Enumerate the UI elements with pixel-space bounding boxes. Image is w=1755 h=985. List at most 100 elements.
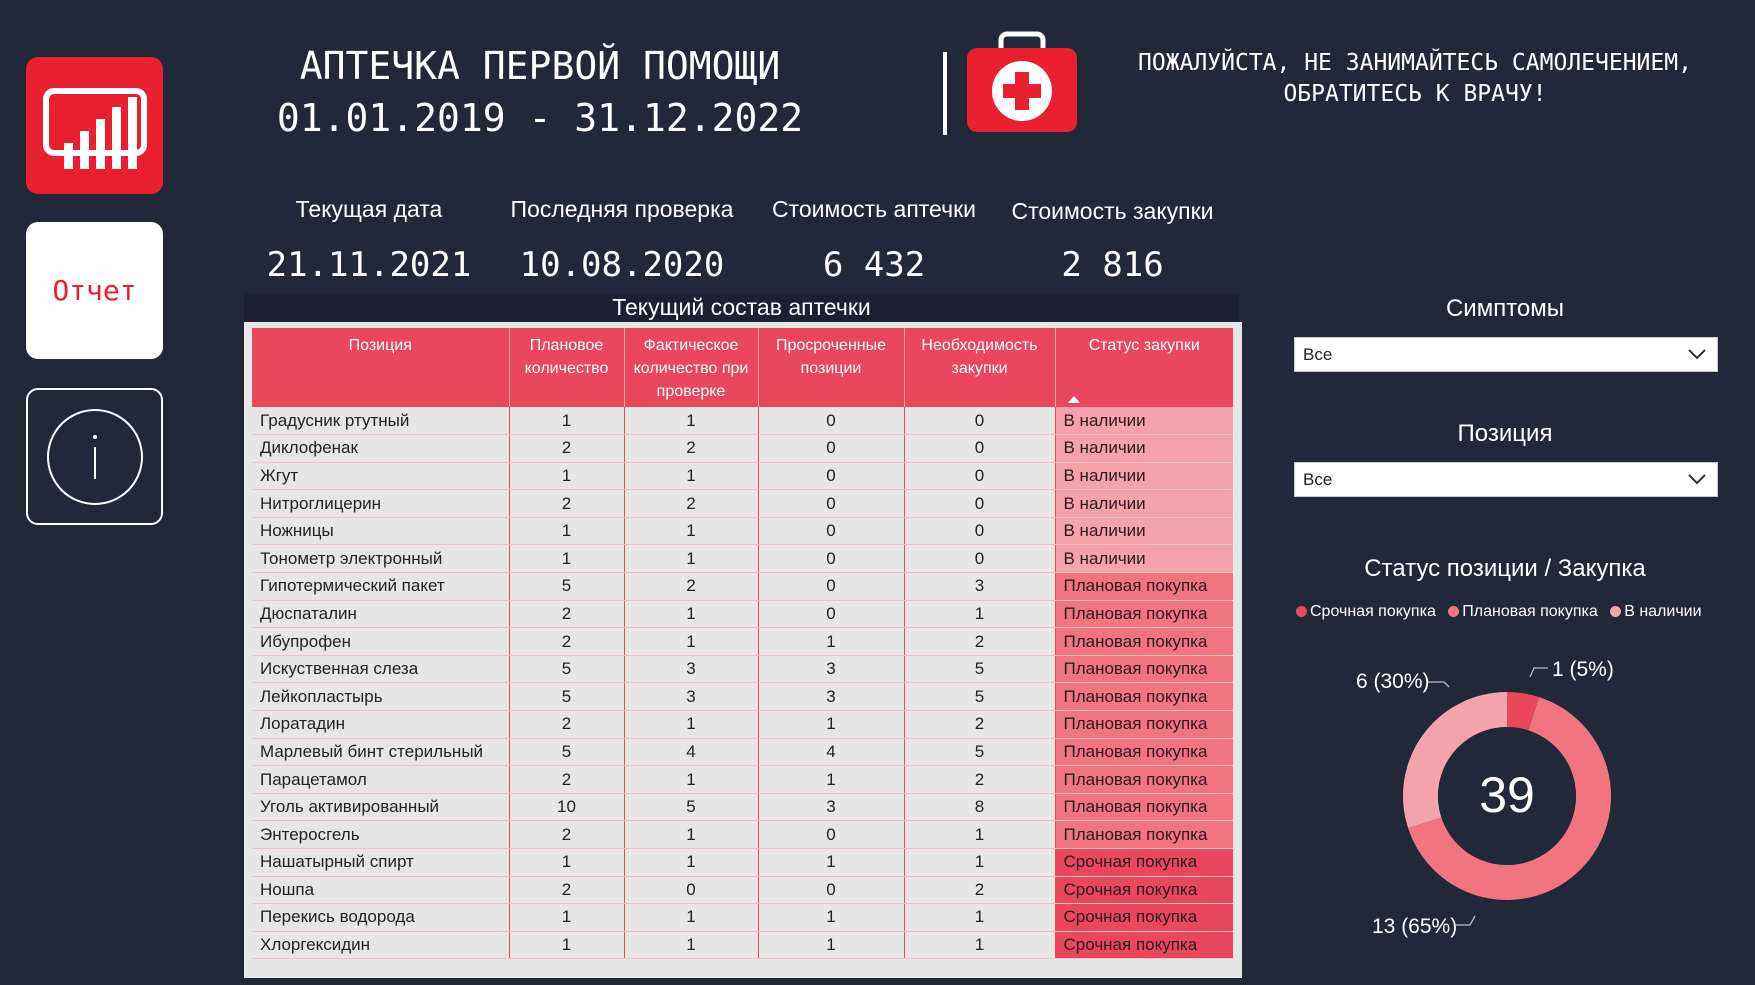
- cell-status: Плановая покупка: [1055, 572, 1233, 601]
- cell-planned-qty: 5: [509, 572, 625, 601]
- table-row[interactable]: Дюспаталин 2 1 0 1 Плановая покупка: [252, 600, 1233, 629]
- table-row[interactable]: Нашатырный спирт 1 1 1 1 Срочная покупка: [252, 848, 1233, 877]
- cell-status: Срочная покупка: [1055, 903, 1233, 932]
- table-row[interactable]: Гипотермический пакет 5 2 0 3 Плановая покупк…: [252, 572, 1233, 601]
- leader-line-planned-available: [1427, 681, 1450, 688]
- cell-expired: 0: [758, 407, 905, 436]
- table-row[interactable]: Энтеросгель 2 1 0 1 Плановая покупка: [252, 820, 1233, 849]
- leader-line-planned: [1456, 915, 1476, 926]
- cell-expired: 0: [758, 572, 905, 601]
- cell-purchase-need: 8: [904, 793, 1056, 822]
- cell-planned-qty: 2: [509, 710, 625, 739]
- cell-actual-qty: 1: [624, 820, 759, 849]
- col-header-purchase-need[interactable]: Необходимость закупки: [904, 328, 1056, 407]
- report-button[interactable]: Отчет: [26, 222, 163, 359]
- col-header-expired[interactable]: Просроченные позиции: [758, 328, 905, 407]
- powerbi-logo-button[interactable]: [26, 57, 163, 194]
- cell-position: Искуственная слеза: [252, 655, 510, 684]
- cell-purchase-need: 2: [904, 710, 1056, 739]
- chart-legend: Срочная покупка Плановая покупка В налич…: [1296, 603, 1736, 621]
- info-button[interactable]: [26, 388, 163, 525]
- cell-status: В наличии: [1055, 434, 1233, 463]
- table-row[interactable]: Нитроглицерин 2 2 0 0 В наличии: [252, 489, 1233, 518]
- table-row[interactable]: Ножницы 1 1 0 0 В наличии: [252, 517, 1233, 546]
- cell-status: Плановая покупка: [1055, 600, 1233, 629]
- table-row[interactable]: Жгут 1 1 0 0 В наличии: [252, 462, 1233, 491]
- cell-actual-qty: 1: [624, 848, 759, 877]
- cell-status: Плановая покупка: [1055, 655, 1233, 684]
- table-row[interactable]: Ибупрофен 2 1 1 2 Плановая покупка: [252, 627, 1233, 656]
- table-row[interactable]: Парацетамол 2 1 1 2 Плановая покупка: [252, 765, 1233, 794]
- cell-actual-qty: 1: [624, 544, 759, 574]
- cell-expired: 0: [758, 876, 905, 905]
- table-row[interactable]: Лейкопластырь 5 3 3 5 Плановая покупка: [252, 682, 1233, 712]
- table-row[interactable]: Уголь активированный 10 5 3 8 Плановая покупк…: [252, 793, 1233, 822]
- cell-actual-qty: 2: [624, 434, 759, 463]
- sort-ascending-icon: [1067, 396, 1080, 403]
- table-header-row: Позиция Плановое количество Фактическое …: [252, 328, 1233, 407]
- cell-planned-qty: 1: [509, 903, 625, 932]
- kpi-purchase-cost-value: 2 816: [1061, 245, 1164, 285]
- cell-status: В наличии: [1055, 407, 1233, 436]
- table-row[interactable]: Хлоргексидин 1 1 1 1 Срочная покупка: [252, 931, 1233, 960]
- legend-label-available: В наличии: [1624, 603, 1702, 620]
- table-row[interactable]: Марлевый бинт стерильный 5 4 4 5 Плановая пок…: [252, 738, 1233, 767]
- table-row[interactable]: Градусник ртутный 1 1 0 0 В наличии: [252, 407, 1233, 436]
- legend-dot-planned: [1448, 606, 1460, 617]
- cell-position: Лейкопластырь: [252, 682, 510, 712]
- cell-purchase-need: 5: [904, 738, 1056, 767]
- table-row[interactable]: Ношпа 2 0 0 2 Срочная покупка: [252, 876, 1233, 905]
- cell-planned-qty: 2: [509, 434, 625, 463]
- col-header-actual-qty[interactable]: Фактическое количество при проверке: [624, 328, 759, 407]
- cell-actual-qty: 1: [624, 627, 759, 656]
- cell-position: Ношпа: [252, 876, 510, 905]
- cell-purchase-need: 1: [904, 848, 1056, 877]
- position-dropdown[interactable]: Все: [1294, 462, 1718, 497]
- data-label-available: 6 (30%): [1356, 670, 1430, 693]
- table-row[interactable]: Искуственная слеза 5 3 3 5 Плановая покупка: [252, 655, 1233, 684]
- cell-planned-qty: 5: [509, 655, 625, 684]
- cell-expired: 1: [758, 765, 905, 794]
- cell-position: Гипотермический пакет: [252, 572, 510, 601]
- col-header-purchase-status[interactable]: Статус закупки: [1055, 328, 1233, 407]
- legend-item-planned[interactable]: Плановая покупка: [1448, 603, 1598, 620]
- cell-planned-qty: 2: [509, 600, 625, 629]
- cell-actual-qty: 0: [624, 876, 759, 905]
- table-row[interactable]: Лоратадин 2 1 1 2 Плановая покупка: [252, 710, 1233, 739]
- cell-purchase-need: 0: [904, 489, 1056, 518]
- cell-actual-qty: 3: [624, 655, 759, 684]
- kpi-purchase-cost-label: Стоимость закупки: [1011, 198, 1214, 224]
- cell-status: Плановая покупка: [1055, 738, 1233, 767]
- position-filter-label: Позиция: [1457, 420, 1553, 447]
- cell-actual-qty: 5: [624, 793, 759, 822]
- col-header-purchase-status-label: Статус закупки: [1088, 337, 1200, 354]
- legend-label-planned: Плановая покупка: [1462, 603, 1598, 620]
- legend-item-available[interactable]: В наличии: [1610, 603, 1702, 620]
- cell-status: Плановая покупка: [1055, 627, 1233, 656]
- col-header-position[interactable]: Позиция: [252, 328, 510, 407]
- cell-actual-qty: 4: [624, 738, 759, 767]
- cell-planned-qty: 1: [509, 931, 625, 960]
- position-dropdown-value: Все: [1303, 470, 1333, 489]
- bar-chart-icon: [43, 88, 147, 169]
- legend-item-urgent[interactable]: Срочная покупка: [1296, 603, 1436, 620]
- chart-title: Статус позиции / Закупка: [1364, 555, 1646, 582]
- cell-purchase-need: 0: [904, 462, 1056, 491]
- cell-status: Плановая покупка: [1055, 820, 1233, 849]
- symptoms-dropdown[interactable]: Все: [1294, 337, 1718, 372]
- cell-expired: 0: [758, 489, 905, 518]
- cell-position: Дюспаталин: [252, 600, 510, 629]
- table-row[interactable]: Перекись водорода 1 1 1 1 Срочная покупка: [252, 903, 1233, 932]
- cell-status: Плановая покупка: [1055, 710, 1233, 739]
- cell-status: В наличии: [1055, 489, 1233, 518]
- info-icon: [46, 408, 143, 505]
- page-title: АПТЕЧКА ПЕРВОЙ ПОМОЩИ 01.01.2019 - 31.12…: [240, 40, 840, 144]
- table-body: Градусник ртутный 1 1 0 0 В наличии Диклофенак…: [252, 407, 1233, 960]
- col-header-planned-qty[interactable]: Плановое количество: [509, 328, 625, 407]
- notice-line-1: ПОЖАЛУЙСТА, НЕ ЗАНИМАЙТЕСЬ САМОЛЕЧЕНИЕМ,: [1138, 50, 1692, 76]
- table-row[interactable]: Тонометр электронный 1 1 0 0 В наличии: [252, 544, 1233, 574]
- data-label-planned: 13 (65%): [1372, 915, 1457, 938]
- cell-expired: 1: [758, 710, 905, 739]
- cell-position: Ножницы: [252, 517, 510, 546]
- table-row[interactable]: Диклофенак 2 2 0 0 В наличии: [252, 434, 1233, 463]
